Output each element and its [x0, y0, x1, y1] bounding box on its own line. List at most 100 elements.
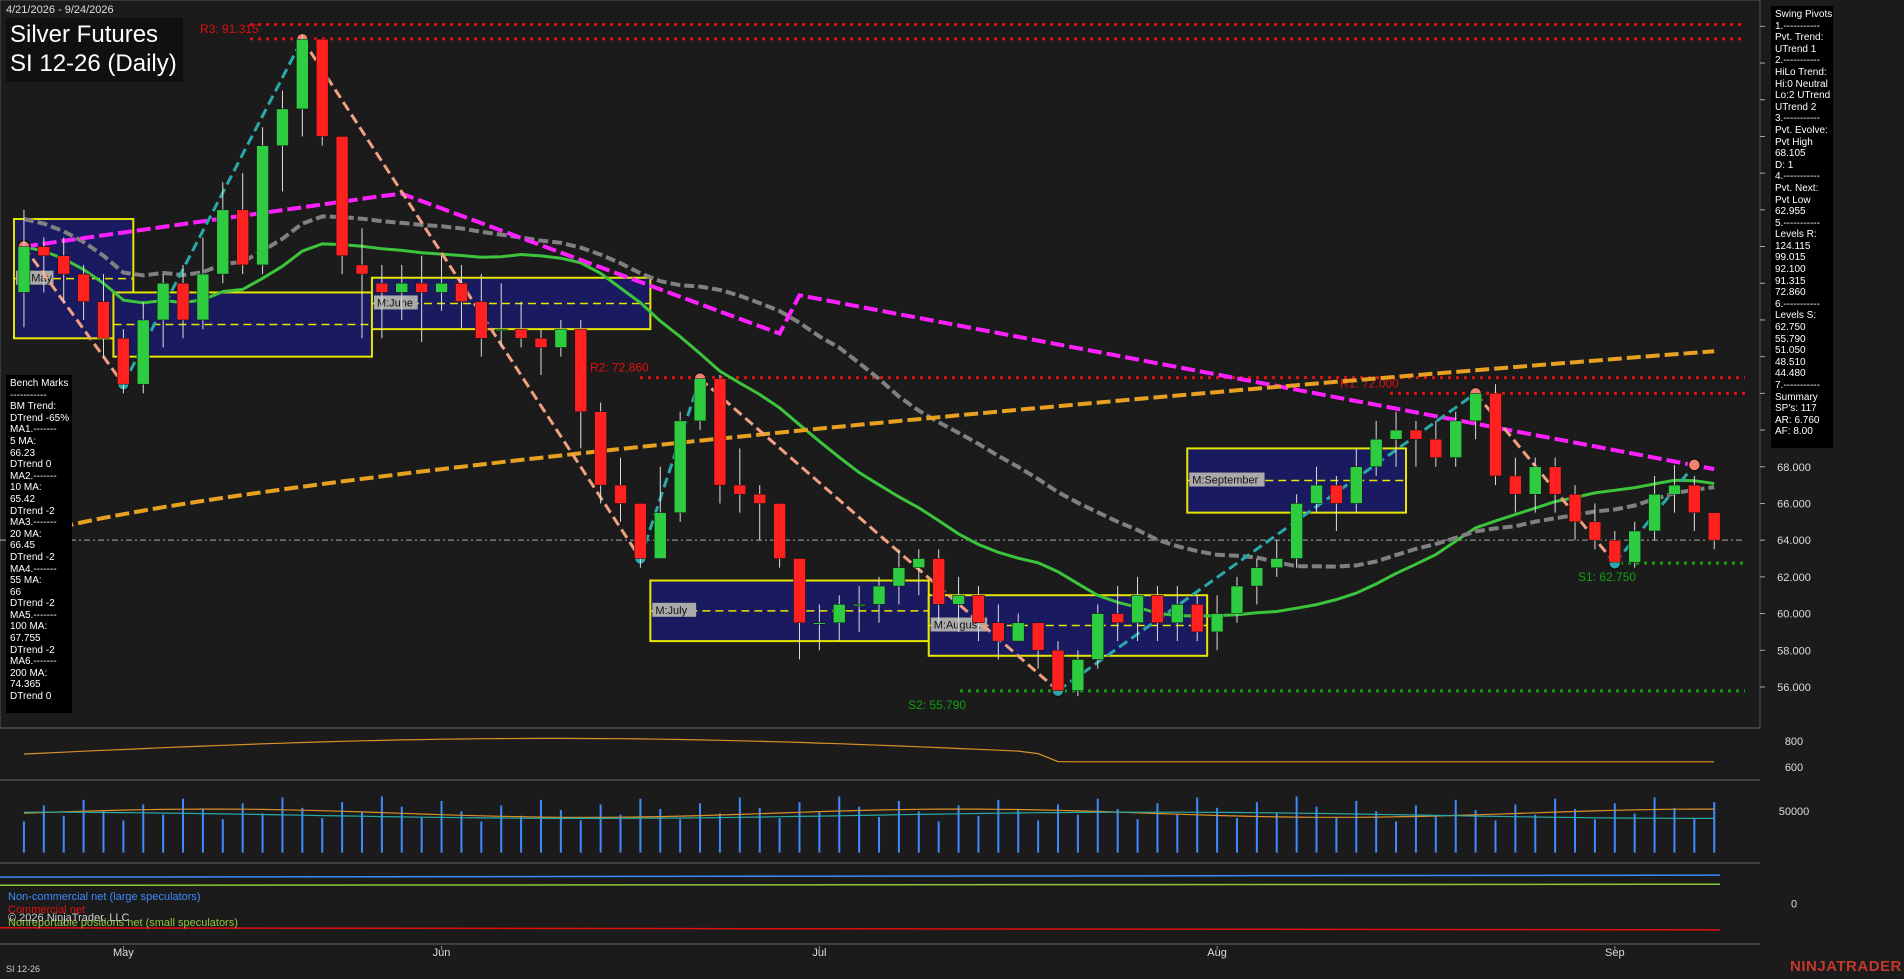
- candle-body: [872, 585, 886, 605]
- benchmark-line: MA3.-------: [10, 517, 57, 529]
- level-label: S1: 62.750: [1578, 570, 1636, 584]
- candle-body: [1548, 466, 1562, 495]
- candle-body: [733, 484, 747, 495]
- benchmark-line: MA4.-------: [10, 563, 57, 575]
- candle-body: [176, 283, 190, 321]
- candle-body: [1310, 484, 1323, 504]
- pivot-line: 6.-----------: [1775, 298, 1820, 310]
- pivot-line: Pvt. Trend:: [1775, 32, 1824, 44]
- price-chart[interactable]: 56.000 58.000 60.000 62.000 64.000 66.000 68.0…: [0, 0, 1904, 979]
- cot-tick-label: 0: [1791, 899, 1797, 911]
- benchmark-line: BM Trend:: [10, 401, 57, 413]
- level-label: R2: 72.860: [590, 361, 649, 375]
- benchmark-line: DTrend -65%: [10, 412, 70, 424]
- pivot-line: 62.955: [1775, 206, 1806, 218]
- candle-body: [1091, 613, 1104, 660]
- pivot-line: 2.-----------: [1775, 55, 1820, 67]
- candle-body: [594, 411, 607, 486]
- volume-tick-label: 800: [1785, 736, 1803, 748]
- candle-body: [1250, 567, 1264, 587]
- swing-pivot-marker: [1687, 458, 1702, 472]
- candle-body: [1071, 659, 1085, 691]
- pivot-line: 72.860: [1775, 287, 1806, 299]
- candle-body: [1350, 466, 1363, 504]
- candle-body: [1330, 484, 1343, 504]
- y-tick-label: 56.000: [1777, 682, 1811, 694]
- candle-body: [1131, 594, 1144, 623]
- candle-body: [1668, 484, 1681, 495]
- benchmark-line: DTrend -2: [10, 505, 55, 517]
- candle-body: [494, 328, 508, 331]
- candle-body: [435, 283, 448, 293]
- benchmark-line: 200 MA:: [10, 667, 48, 679]
- chart-title: Silver Futures SI 12-26 (Daily): [6, 18, 183, 82]
- footer-symbol: SI 12-26: [6, 964, 41, 974]
- candle-body: [455, 283, 468, 302]
- candle-body: [1369, 438, 1383, 468]
- candle-body: [1051, 650, 1065, 691]
- volume-tick-label: 600: [1785, 762, 1803, 774]
- pivot-line: 4.-----------: [1775, 171, 1820, 183]
- pivot-line: 62.750: [1775, 322, 1806, 334]
- pivot-line: 1.-----------: [1775, 20, 1820, 32]
- y-tick-label: 64.000: [1777, 535, 1811, 547]
- pivot-line: 51.050: [1775, 345, 1806, 357]
- candle-body: [892, 567, 906, 587]
- candle-body: [17, 246, 31, 293]
- candle-body: [415, 283, 428, 293]
- brand-logo: NINJATRADER: [1790, 958, 1902, 975]
- candle-body: [634, 503, 647, 559]
- pivot-line: Swing Pivots: [1775, 9, 1833, 20]
- candle-body: [1210, 613, 1224, 633]
- box-label: M:September: [1192, 475, 1258, 487]
- pivot-line: 124.115: [1775, 240, 1811, 252]
- candle-body: [1568, 494, 1582, 523]
- candle-body: [1469, 393, 1482, 422]
- x-month-label: Jun: [433, 947, 451, 959]
- candle-body: [296, 38, 309, 110]
- benchmark-line: 55 MA:: [10, 575, 42, 587]
- candle-body: [1429, 438, 1443, 458]
- candle-body: [773, 503, 786, 559]
- cot-legend: Non-commercial net (large speculators) Co…: [8, 891, 238, 930]
- candle-body: [236, 209, 249, 266]
- pivot-line: 99.015: [1775, 252, 1806, 264]
- pivot-line: 7.-----------: [1775, 380, 1820, 391]
- chart-window: 56.000 58.000 60.000 62.000 64.000 66.000 68.0…: [0, 0, 1904, 979]
- pivot-line: Summary: [1775, 391, 1818, 403]
- candle-body: [912, 558, 926, 568]
- pivot-line: 68.105: [1775, 148, 1806, 160]
- pivot-line: Hi:0 Neutral: [1775, 78, 1828, 90]
- benchmark-line: 66.45: [10, 540, 36, 552]
- candle-body: [713, 378, 727, 486]
- pivot-line: Pvt High: [1775, 136, 1813, 148]
- pivot-line: Pvt. Evolve:: [1775, 124, 1828, 136]
- benchmark-line: 74.365: [10, 679, 41, 691]
- date-range: 4/21/2026 - 9/24/2026: [6, 4, 114, 16]
- candle-body: [1190, 604, 1204, 633]
- candle-body: [1628, 530, 1641, 563]
- candle-body: [1031, 622, 1045, 651]
- benchmark-line: MA2.-------: [10, 470, 57, 482]
- candle-body: [97, 301, 110, 339]
- candle-body: [256, 145, 269, 266]
- pivot-line: 48.510: [1775, 356, 1806, 368]
- candle-body: [952, 594, 965, 605]
- candle-body: [1171, 604, 1184, 623]
- candle-body: [57, 255, 70, 275]
- pivot-line: Pvt. Next:: [1775, 182, 1819, 194]
- candle-body: [992, 622, 1005, 642]
- candle-body: [276, 108, 289, 146]
- candle-body: [1688, 484, 1701, 513]
- candle-body: [813, 622, 826, 625]
- candle-body: [1588, 521, 1602, 541]
- candle-body: [355, 264, 369, 275]
- candle-body: [1012, 622, 1025, 642]
- pivot-line: Levels R:: [1775, 229, 1817, 241]
- candle-body: [693, 378, 707, 422]
- candle-body: [77, 273, 90, 302]
- candle-body: [972, 594, 985, 623]
- candle-body: [793, 558, 806, 623]
- candle-body: [137, 319, 150, 385]
- x-month-label: Sep: [1605, 947, 1625, 959]
